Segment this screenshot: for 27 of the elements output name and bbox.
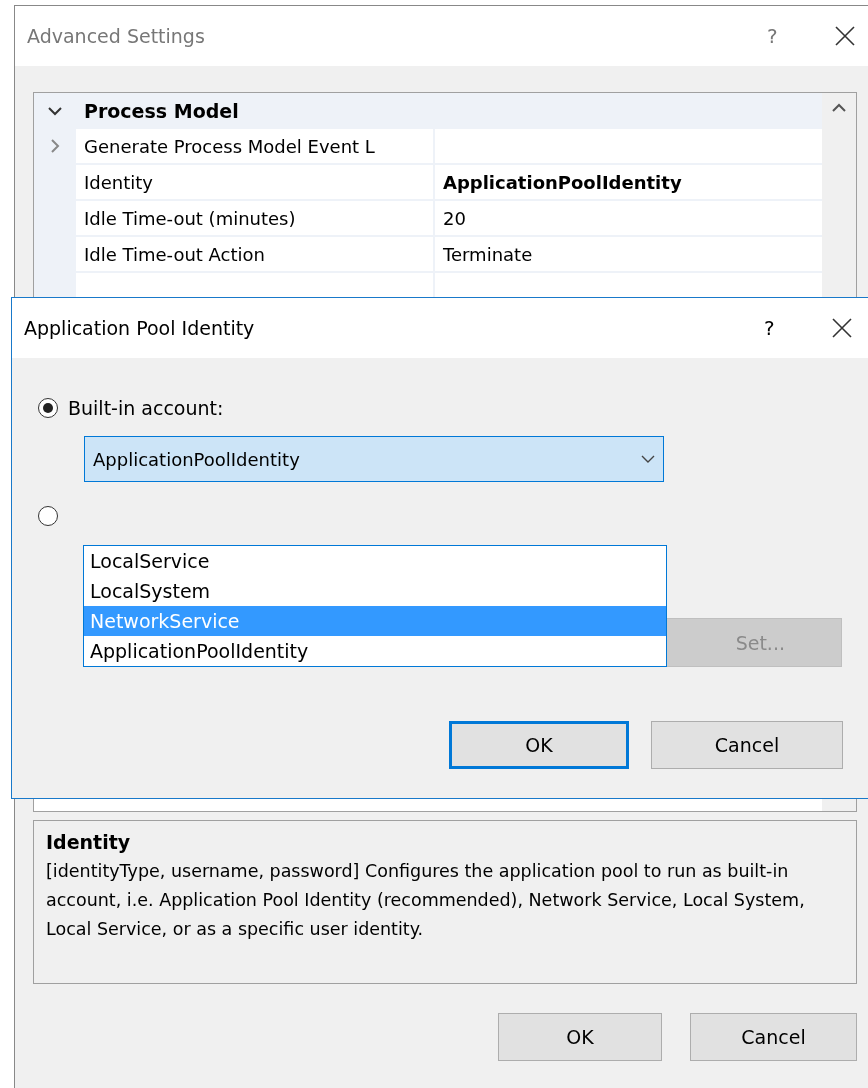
property-name[interactable]: Idle Time-out (minutes) [76, 201, 435, 235]
property-name[interactable]: Generate Process Model Event L [76, 129, 435, 163]
ok-button[interactable]: OK [449, 721, 629, 769]
help-button[interactable]: ? [764, 316, 792, 340]
property-value[interactable]: Terminate [435, 237, 822, 271]
description-title: Identity [46, 831, 132, 853]
close-icon[interactable] [835, 26, 855, 46]
window-title: Advanced Settings [27, 25, 206, 47]
description-text: [identityType, username, password] Configures the application pool to run as built-in account, i.e. Application Pool Identity (recommended), Network Service, Local System, Local Service, or as a specific user identity. [46, 860, 806, 941]
cancel-button[interactable]: Cancel [651, 721, 843, 769]
property-value[interactable]: ApplicationPoolIdentity [435, 165, 822, 199]
radio-label[interactable]: Built-in account: [68, 397, 224, 419]
property-value[interactable]: 20 [435, 201, 822, 235]
chevron-icon[interactable] [48, 106, 62, 116]
ok-button[interactable]: OK [498, 1013, 662, 1061]
property-name[interactable]: Idle Time-out Action [76, 237, 435, 271]
category-label: Process Model [83, 100, 239, 122]
account-dropdown[interactable]: ApplicationPoolIdentity [84, 436, 664, 482]
radio-button[interactable] [38, 506, 58, 526]
close-icon[interactable] [832, 318, 852, 338]
scroll-up-icon[interactable] [832, 103, 846, 113]
dialog-title: Application Pool Identity [24, 317, 256, 339]
radio-button[interactable] [38, 398, 58, 418]
caret-icon [641, 455, 655, 463]
cancel-button[interactable]: Cancel [690, 1013, 857, 1061]
property-name[interactable]: Identity [76, 165, 435, 199]
help-button[interactable]: ? [767, 24, 795, 48]
